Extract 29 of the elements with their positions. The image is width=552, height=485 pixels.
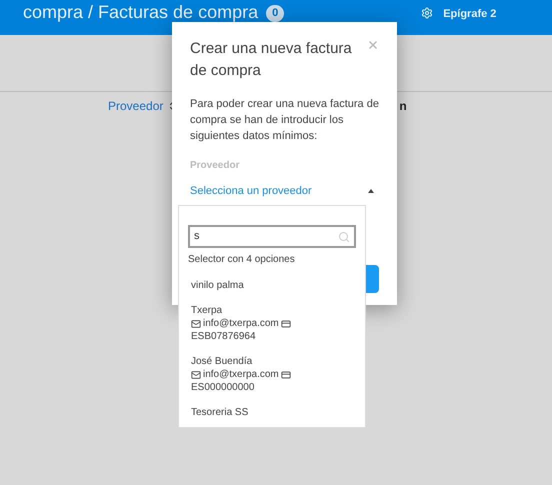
settings-link[interactable]: Epígrafe 2: [443, 6, 496, 22]
option-item[interactable]: Txerpa info@txerpa.com ESB07876964: [188, 304, 356, 343]
mail-icon: [191, 370, 201, 380]
column-header-link[interactable]: Proveedor: [108, 97, 164, 115]
option-item[interactable]: vinilo palma: [188, 279, 356, 292]
modal-message: Para poder crear una nueva factura de compra se han de introducir los siguientes datos mínimos:: [190, 97, 379, 144]
option-tax-id: ESB07876964: [191, 330, 257, 343]
option-tax-id: ES000000000: [191, 381, 256, 394]
option-item[interactable]: Tesoreria SS: [188, 406, 356, 419]
option-name: vinilo palma: [191, 279, 245, 292]
option-email: info@txerpa.com: [203, 317, 279, 330]
option-name: Tesoreria SS: [191, 406, 250, 419]
mail-icon: [191, 318, 201, 328]
field-label: Proveedor: [190, 159, 240, 173]
search-field[interactable]: s: [188, 225, 356, 248]
result-count: Selector con 4 opciones: [188, 253, 296, 267]
page-title: compra / Facturas de compra: [23, 3, 258, 21]
modal-title: Crear una nueva factura de compra: [190, 39, 353, 81]
count-badge: 0: [266, 5, 284, 22]
card-icon: [280, 370, 291, 380]
card-icon: [280, 318, 291, 328]
settings-icon[interactable]: [421, 7, 434, 19]
option-name: José Buendía: [191, 355, 254, 368]
search-icon: [338, 230, 350, 242]
option-item[interactable]: José Buendía info@txerpa.com ES000000000: [188, 355, 356, 394]
option-email: info@txerpa.com: [203, 368, 279, 381]
close-icon[interactable]: [367, 39, 379, 51]
column-header: n: [399, 98, 407, 115]
option-name: Txerpa: [191, 304, 224, 317]
